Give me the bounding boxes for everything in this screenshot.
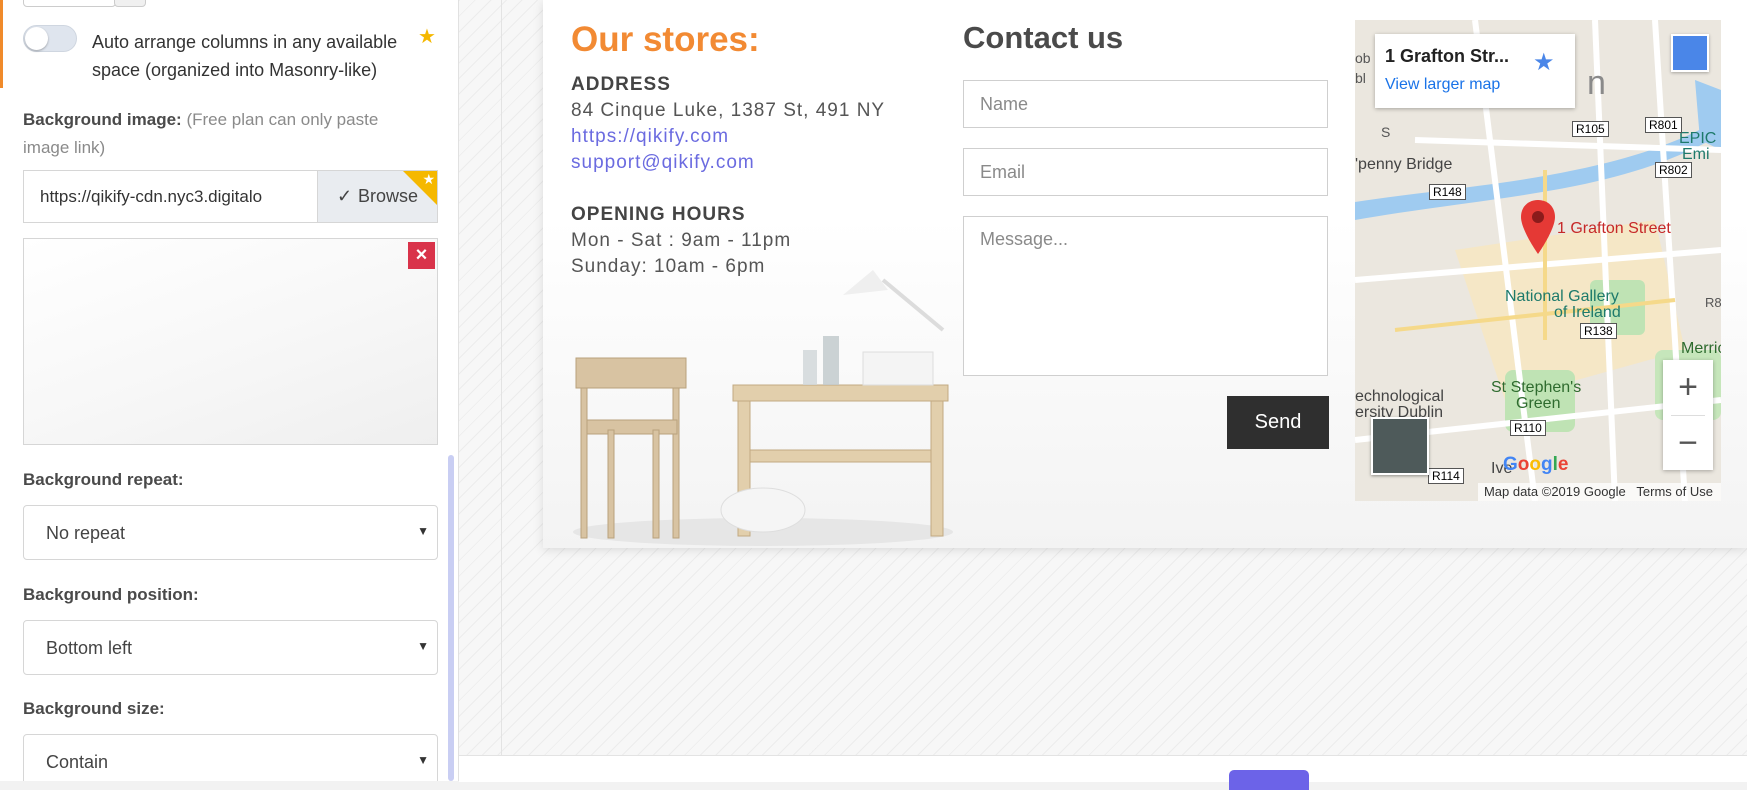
pegman-icon[interactable] bbox=[1671, 34, 1709, 72]
send-button[interactable]: Send bbox=[1227, 396, 1329, 449]
background-size-label: Background size: bbox=[23, 699, 165, 718]
background-position-label: Background position: bbox=[23, 585, 199, 604]
map-place-card: 1 Grafton Str... View larger map ★ bbox=[1375, 34, 1575, 108]
satellite-toggle[interactable] bbox=[1371, 417, 1429, 475]
bottom-toolbar bbox=[459, 755, 1747, 782]
star-icon: ★ bbox=[422, 171, 435, 187]
bottle-shape bbox=[823, 336, 839, 385]
website-link[interactable]: https://qikify.com bbox=[571, 126, 729, 148]
hours-heading: OPENING HOURS bbox=[571, 204, 746, 225]
map-label: ob bbox=[1355, 50, 1371, 66]
background-repeat-value: No repeat bbox=[46, 523, 126, 543]
auto-arrange-label: Auto arrange columns in any available sp… bbox=[92, 32, 398, 80]
road-shield: R802 bbox=[1655, 162, 1692, 178]
chair-shape bbox=[575, 357, 687, 539]
glass-shape bbox=[803, 350, 817, 385]
chevron-down-icon: ▼ bbox=[417, 753, 429, 767]
background-repeat-select[interactable]: No repeat ▼ bbox=[23, 505, 438, 560]
view-larger-map-link[interactable]: View larger map bbox=[1385, 76, 1500, 94]
furniture-illustration bbox=[573, 270, 953, 546]
zoom-in-button[interactable]: + bbox=[1663, 360, 1713, 414]
auto-arrange-toggle[interactable] bbox=[23, 25, 77, 52]
message-textarea[interactable] bbox=[963, 216, 1328, 376]
background-image-url-input[interactable] bbox=[24, 171, 316, 222]
road-shield: R148 bbox=[1429, 184, 1466, 200]
panel-accent-bar bbox=[0, 0, 3, 88]
background-image-field: ✓ Browse ★ bbox=[23, 170, 438, 223]
map-place-name: 1 Grafton Str... bbox=[1385, 46, 1510, 66]
road-shield: R801 bbox=[1645, 117, 1682, 133]
map-label: Green bbox=[1516, 395, 1561, 412]
email-link[interactable]: support@qikify.com bbox=[571, 152, 755, 174]
map-label: R8 bbox=[1705, 295, 1721, 310]
chevron-down-icon: ▼ bbox=[417, 639, 429, 653]
google-map[interactable]: ob bl n S 'penny Bridge National Gallery… bbox=[1355, 20, 1721, 501]
stores-title: Our stores: bbox=[571, 20, 760, 59]
star-icon[interactable]: ★ bbox=[1533, 48, 1555, 77]
map-pin-label: 1 Grafton Street bbox=[1557, 220, 1671, 237]
road-shield: R114 bbox=[1428, 468, 1464, 484]
contact-title: Contact us bbox=[963, 20, 1124, 55]
panel-tab[interactable] bbox=[23, 0, 116, 7]
contact-section: Our stores: ADDRESS 84 Cinque Luke, 1387… bbox=[543, 0, 1747, 548]
email-input[interactable] bbox=[963, 148, 1328, 196]
lamp-arm bbox=[881, 278, 945, 332]
address-line: 84 Cinque Luke, 1387 St, 491 NY bbox=[571, 100, 886, 121]
background-repeat-label: Background repeat: bbox=[23, 470, 184, 489]
panel-scrollbar[interactable] bbox=[448, 455, 454, 781]
name-input[interactable] bbox=[963, 80, 1328, 128]
bottom-action-button[interactable] bbox=[1229, 770, 1309, 790]
map-label: Merric bbox=[1681, 340, 1721, 357]
map-label: 'penny Bridge bbox=[1355, 156, 1453, 173]
road-shield: R138 bbox=[1580, 323, 1617, 339]
map-label: bl bbox=[1355, 70, 1366, 86]
map-label: S bbox=[1381, 124, 1391, 140]
map-pin-icon[interactable] bbox=[1521, 200, 1555, 254]
map-attribution: Map data ©2019 Google Terms of Use bbox=[1477, 483, 1721, 501]
chevron-down-icon: ▼ bbox=[417, 524, 429, 538]
bag-shape bbox=[720, 487, 806, 533]
panel-tab[interactable] bbox=[114, 0, 146, 7]
canvas-divider bbox=[501, 0, 502, 755]
settings-panel: Auto arrange columns in any available sp… bbox=[0, 0, 459, 781]
zoom-out-button[interactable]: − bbox=[1663, 416, 1713, 470]
road-shield: R105 bbox=[1572, 121, 1609, 137]
background-size-select[interactable]: Contain ▼ bbox=[23, 734, 438, 781]
map-zoom-control: + − bbox=[1663, 360, 1713, 470]
background-position-select[interactable]: Bottom left ▼ bbox=[23, 620, 438, 675]
road-shield: R110 bbox=[1510, 420, 1546, 436]
map-label: n bbox=[1587, 64, 1606, 102]
address-heading: ADDRESS bbox=[571, 74, 671, 95]
background-image-label: Background image: (Free plan can only pa… bbox=[23, 106, 423, 162]
hours-weekdays: Mon - Sat : 9am - 11pm bbox=[571, 230, 792, 251]
close-icon[interactable]: × bbox=[408, 242, 435, 269]
check-icon: ✓ bbox=[336, 186, 353, 206]
map-label: of Ireland bbox=[1554, 304, 1621, 321]
lamp-shade bbox=[843, 270, 888, 295]
background-image-preview: × bbox=[23, 238, 438, 445]
browse-button[interactable]: ✓ Browse ★ bbox=[317, 171, 437, 222]
google-logo: Google bbox=[1503, 454, 1569, 475]
background-position-value: Bottom left bbox=[46, 638, 133, 658]
map-data-text: Map data ©2019 Google bbox=[1483, 484, 1626, 499]
background-size-value: Contain bbox=[46, 752, 109, 772]
books-shape bbox=[862, 351, 934, 386]
terms-link[interactable]: Terms of Use bbox=[1636, 484, 1713, 499]
background-image-title: Background image: bbox=[23, 110, 182, 129]
star-icon: ★ bbox=[418, 26, 436, 48]
toggle-knob bbox=[25, 27, 48, 50]
